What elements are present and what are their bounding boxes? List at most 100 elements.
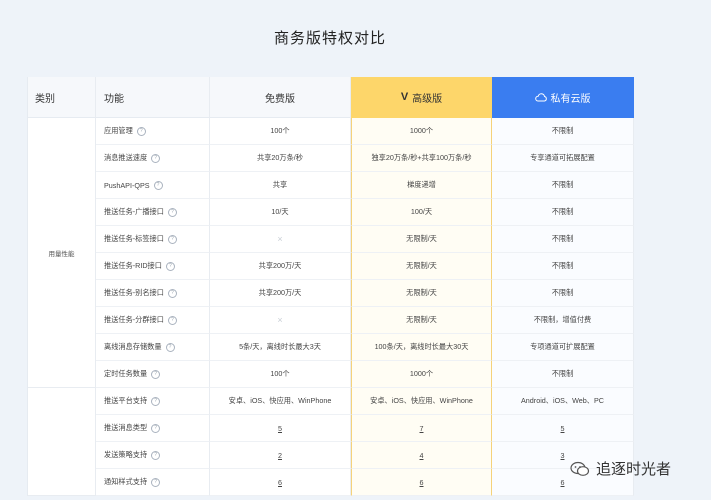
table-row: 推送任务-分群接口? × 无限制/天 不限制，增值付费 — [96, 307, 634, 334]
private-plan-value: 不限制 — [492, 226, 634, 253]
table-row: 推送任务-RID接口? 共享200万/天 无限制/天 不限制 — [96, 253, 634, 280]
vip-icon: V — [400, 91, 409, 103]
free-plan-value: 6 — [210, 469, 351, 496]
table-row: 应用管理? 100个 1000个 不限制 — [96, 118, 634, 145]
not-supported-icon: × — [210, 226, 351, 253]
feature-name: 推送消息类型 — [104, 423, 148, 432]
not-supported-icon: × — [210, 307, 351, 334]
feature-cell: 发送策略支持? — [96, 442, 210, 469]
feature-name: 推送任务-别名接口 — [104, 288, 164, 297]
help-icon[interactable]: ? — [165, 261, 175, 271]
feature-name: 推送任务-标签接口 — [104, 234, 164, 243]
feature-cell: 推送任务-分群接口? — [96, 307, 210, 334]
free-plan-value: 2 — [210, 442, 351, 469]
help-icon[interactable]: ? — [167, 315, 177, 325]
advanced-plan-value: 独享20万条/秒+共享100万条/秒 — [351, 145, 492, 172]
page-title: 商务版特权对比 — [273, 30, 386, 47]
category-label — [28, 388, 95, 496]
free-plan-value: 100个 — [210, 361, 351, 388]
table-row: 发送策略支持? 2 4 3 — [96, 442, 634, 469]
advanced-plan-value: 无限制/天 — [351, 280, 492, 307]
wechat-icon — [570, 461, 590, 476]
advanced-plan-label: 高级版 — [412, 93, 443, 105]
feature-cell: 推送平台支持? — [96, 388, 210, 415]
table-header: 类别 功能 免费版 V 高级版 私有云版 — [28, 77, 634, 118]
help-icon[interactable]: ? — [153, 180, 163, 190]
help-icon[interactable]: ? — [167, 207, 177, 217]
category-group: 用量性能 应用管理? 100个 1000个 不限制 消息推送速度? 共享20万条/秒 独享20… — [28, 118, 634, 388]
feature-name: 推送任务-广播接口 — [104, 207, 164, 216]
private-plan-value: 专项通道可扩展配置 — [492, 334, 634, 361]
count-link[interactable]: 5 — [278, 424, 282, 433]
feature-name: 推送平台支持 — [104, 396, 148, 405]
header-private-cloud-plan[interactable]: 私有云版 — [492, 77, 634, 118]
feature-cell: 推送任务-别名接口? — [96, 280, 210, 307]
help-icon[interactable]: ? — [151, 396, 161, 406]
advanced-plan-value: 6 — [351, 469, 492, 496]
feature-cell: 应用管理? — [96, 118, 210, 145]
private-plan-value: 不限制 — [492, 253, 634, 280]
help-icon[interactable]: ? — [151, 153, 161, 163]
watermark-text: 追逐时光者 — [596, 461, 672, 478]
help-icon[interactable]: ? — [151, 450, 161, 460]
header-feature: 功能 — [96, 77, 210, 118]
feature-cell: 通知样式支持? — [96, 469, 210, 496]
feature-cell: 离线消息存储数量? — [96, 334, 210, 361]
free-plan-value: 5 — [210, 415, 351, 442]
count-link[interactable]: 5 — [561, 424, 565, 433]
feature-cell: 消息推送速度? — [96, 145, 210, 172]
help-icon[interactable]: ? — [151, 423, 161, 433]
feature-cell: 推送任务-RID接口? — [96, 253, 210, 280]
cross-icon: × — [277, 315, 283, 325]
advanced-plan-value: 1000个 — [351, 361, 492, 388]
count-link[interactable]: 2 — [278, 451, 282, 460]
feature-name: 定时任务数量 — [104, 369, 148, 378]
private-plan-value: Android、iOS、Web、PC — [492, 388, 634, 415]
feature-cell: 推送消息类型? — [96, 415, 210, 442]
cloud-icon — [534, 92, 547, 101]
help-icon[interactable]: ? — [136, 126, 146, 136]
help-icon[interactable]: ? — [167, 288, 177, 298]
advanced-plan-value: 7 — [351, 415, 492, 442]
help-icon[interactable]: ? — [151, 369, 161, 379]
help-icon[interactable]: ? — [167, 234, 177, 244]
count-link[interactable]: 7 — [420, 424, 424, 433]
feature-cell: 定时任务数量? — [96, 361, 210, 388]
private-plan-value: 不限制 — [492, 280, 634, 307]
advanced-plan-value: 无限制/天 — [351, 307, 492, 334]
private-plan-value: 不限制 — [492, 172, 634, 199]
category-column: 用量性能 — [28, 118, 96, 388]
category-group: 推送平台支持? 安卓、iOS、快应用、WinPhone 安卓、iOS、快应用、Win… — [28, 388, 634, 496]
feature-name: 离线消息存储数量 — [104, 342, 162, 351]
table-body: 用量性能 应用管理? 100个 1000个 不限制 消息推送速度? 共享20万条/秒 独享20… — [28, 118, 634, 496]
feature-name: 发送策略支持 — [104, 450, 148, 459]
feature-cell: 推送任务-广播接口? — [96, 199, 210, 226]
table-row: 离线消息存储数量? 5条/天，离线时长最大3天 100条/天，离线时长最大30天 专项… — [96, 334, 634, 361]
private-plan-value: 专享通道可拓展配置 — [492, 145, 634, 172]
count-link[interactable]: 4 — [420, 451, 424, 460]
help-icon[interactable]: ? — [165, 342, 175, 352]
count-link[interactable]: 6 — [561, 478, 565, 487]
feature-cell: 推送任务-标签接口? — [96, 226, 210, 253]
feature-name: PushAPI-QPS — [104, 180, 150, 190]
private-plan-value: 不限制 — [492, 199, 634, 226]
private-plan-value: 不限制 — [492, 361, 634, 388]
table-row: 推送任务-标签接口? × 无限制/天 不限制 — [96, 226, 634, 253]
count-link[interactable]: 6 — [420, 478, 424, 487]
table-row: 推送任务-别名接口? 共享200万/天 无限制/天 不限制 — [96, 280, 634, 307]
help-icon[interactable]: ? — [151, 477, 161, 487]
feature-name: 通知样式支持 — [104, 477, 148, 486]
free-plan-value: 共享20万条/秒 — [210, 145, 351, 172]
advanced-plan-value: 4 — [351, 442, 492, 469]
header-free-plan: 免费版 — [210, 77, 351, 118]
count-link[interactable]: 6 — [278, 478, 282, 487]
table-row: 定时任务数量? 100个 1000个 不限制 — [96, 361, 634, 388]
category-label: 用量性能 — [28, 118, 95, 388]
count-link[interactable]: 3 — [561, 451, 565, 460]
free-plan-value: 100个 — [210, 118, 351, 145]
header-advanced-plan[interactable]: V 高级版 — [351, 77, 492, 118]
free-plan-value: 共享200万/天 — [210, 253, 351, 280]
free-plan-value: 5条/天，离线时长最大3天 — [210, 334, 351, 361]
private-plan-value: 不限制 — [492, 118, 634, 145]
table-row: PushAPI-QPS? 共享 梯度递增 不限制 — [96, 172, 634, 199]
